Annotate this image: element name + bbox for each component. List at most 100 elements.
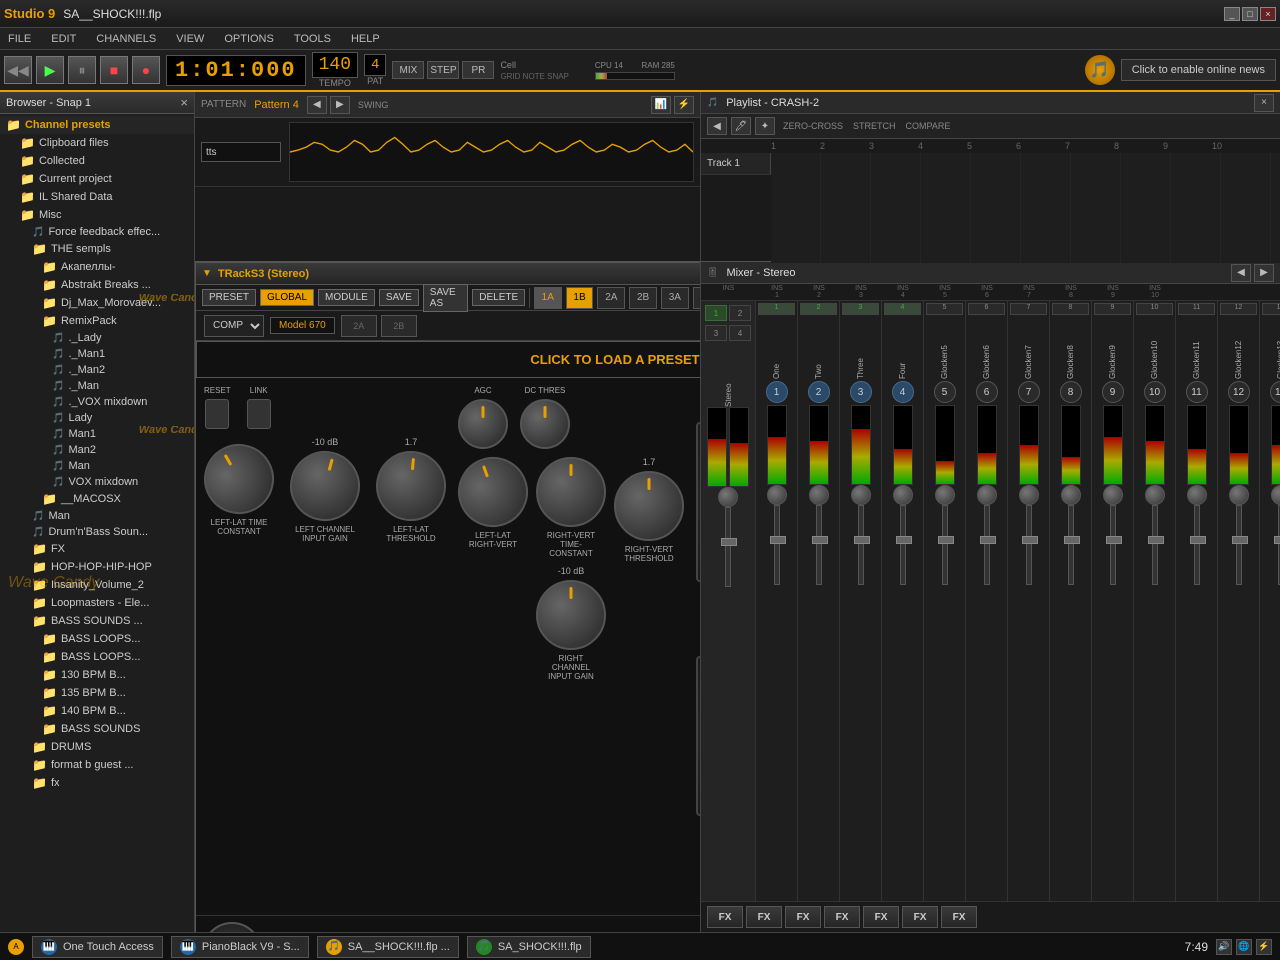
tts-input[interactable] bbox=[201, 142, 281, 162]
reset-switch[interactable] bbox=[205, 399, 229, 429]
sidebar-item-man2b[interactable]: 🎵 Man2 bbox=[0, 442, 194, 458]
sidebar-item-man[interactable]: 🎵 ._Man bbox=[0, 378, 194, 394]
channel-knob-7[interactable] bbox=[1019, 485, 1039, 505]
fader-handle-3[interactable] bbox=[854, 536, 870, 544]
sidebar-item-remixpack[interactable]: 📁 RemixPack bbox=[0, 312, 194, 330]
channel-number-12[interactable]: 12 bbox=[1228, 381, 1250, 403]
channel-fader-10[interactable] bbox=[1152, 505, 1158, 585]
channel-number-1[interactable]: 1 bbox=[766, 381, 788, 403]
sidebar-item-130bpm[interactable]: 📁 130 BPM B... bbox=[0, 666, 194, 684]
sidebar-close-button[interactable]: × bbox=[180, 95, 188, 110]
sidebar-item-channel-presets[interactable]: 📁 Channel presets bbox=[0, 116, 194, 134]
sidebar-item-clipboard[interactable]: 📁 Clipboard files bbox=[0, 134, 194, 152]
fx-btn-5[interactable]: FX bbox=[863, 906, 899, 928]
taskbar-item-sa-shock[interactable]: 🎵 SA_SHOCK!!!.flp bbox=[467, 936, 591, 958]
sidebar-item-vox2[interactable]: 🎵 VOX mixdown bbox=[0, 474, 194, 490]
preset-name-display[interactable]: CLICK TO LOAD A PRESET bbox=[196, 341, 700, 378]
sidebar-item-format-b[interactable]: 📁 format b guest ... bbox=[0, 756, 194, 774]
stereo-btn-1[interactable]: 1 bbox=[705, 305, 727, 321]
sidebar-item-vox[interactable]: 🎵 ._VOX mixdown bbox=[0, 394, 194, 410]
fader-handle-5[interactable] bbox=[938, 536, 954, 544]
ins-btn-4[interactable]: 4 bbox=[884, 303, 921, 315]
link-switch[interactable] bbox=[247, 399, 271, 429]
sidebar-item-current-project[interactable]: 📁 Current project bbox=[0, 170, 194, 188]
fader-handle-8[interactable] bbox=[1064, 536, 1080, 544]
module-tab[interactable]: MODULE bbox=[318, 289, 375, 306]
sidebar-item-man1[interactable]: 🎵 ._Man1 bbox=[0, 346, 194, 362]
right-input-gain-knob[interactable] bbox=[536, 580, 606, 650]
sidebar-item-bass-loops2[interactable]: 📁 BASS LOOPS... bbox=[0, 648, 194, 666]
pattern-name[interactable]: Pattern 4 bbox=[254, 99, 299, 111]
maximize-button[interactable]: □ bbox=[1242, 7, 1258, 21]
start-icon[interactable]: A bbox=[8, 939, 24, 955]
channel-number-9[interactable]: 9 bbox=[1102, 381, 1124, 403]
piano-roll-button[interactable]: PR bbox=[462, 61, 494, 79]
stop-button-2[interactable]: ■ bbox=[100, 56, 128, 84]
global-tab[interactable]: GLOBAL bbox=[260, 289, 314, 306]
chain-2a[interactable]: 2A bbox=[597, 287, 625, 309]
pattern-next-button[interactable]: ▶ bbox=[330, 96, 350, 114]
chain-slot-1[interactable]: 2A bbox=[341, 315, 377, 337]
playlist-toolbar-btn-1[interactable]: ◀ bbox=[707, 117, 727, 135]
stereo-fader[interactable] bbox=[725, 507, 731, 587]
menu-tools[interactable]: TOOLS bbox=[290, 31, 335, 47]
playlist-close-button[interactable]: × bbox=[1254, 94, 1274, 112]
news-button[interactable]: Click to enable online news bbox=[1121, 59, 1276, 81]
channel-number-5[interactable]: 5 bbox=[934, 381, 956, 403]
ins-btn-10[interactable]: 10 bbox=[1136, 303, 1173, 315]
chain-1b[interactable]: 1B bbox=[566, 287, 594, 309]
fx-btn-2[interactable]: FX bbox=[746, 906, 782, 928]
channel-fader-2[interactable] bbox=[816, 505, 822, 585]
agc-knob[interactable] bbox=[458, 399, 508, 449]
channel-number-6[interactable]: 6 bbox=[976, 381, 998, 403]
channel-knob-4[interactable] bbox=[893, 485, 913, 505]
channel-knob-3[interactable] bbox=[851, 485, 871, 505]
sidebar-item-misc[interactable]: 📁 Misc bbox=[0, 206, 194, 224]
channel-fader-4[interactable] bbox=[900, 505, 906, 585]
left-input-gain-knob[interactable] bbox=[282, 443, 368, 529]
preset-tab[interactable]: PRESET bbox=[202, 289, 256, 306]
channel-number-3[interactable]: 3 bbox=[850, 381, 872, 403]
chain-slot-2[interactable]: 2B bbox=[381, 315, 417, 337]
channel-knob-9[interactable] bbox=[1103, 485, 1123, 505]
fader-handle-6[interactable] bbox=[980, 536, 996, 544]
sidebar-item-bass-loops1[interactable]: 📁 BASS LOOPS... bbox=[0, 630, 194, 648]
sidebar-item-djmax[interactable]: 📁 Dj_Max_Morovaev... Wave Candy bbox=[0, 294, 194, 312]
menu-help[interactable]: HELP bbox=[347, 31, 384, 47]
channel-number-7[interactable]: 7 bbox=[1018, 381, 1040, 403]
chain-3b[interactable]: 3B bbox=[693, 287, 700, 309]
channel-number-11[interactable]: 11 bbox=[1186, 381, 1208, 403]
ins-btn-12[interactable]: 12 bbox=[1220, 303, 1257, 315]
close-button[interactable]: × bbox=[1260, 7, 1276, 21]
fader-handle-4[interactable] bbox=[896, 536, 912, 544]
channel-fader-11[interactable] bbox=[1194, 505, 1200, 585]
sidebar-item-abstrakt[interactable]: 📁 Abstrakt Breaks ... bbox=[0, 276, 194, 294]
menu-view[interactable]: VIEW bbox=[172, 31, 208, 47]
fader-handle-1[interactable] bbox=[770, 536, 786, 544]
chain-3a[interactable]: 3A bbox=[661, 287, 689, 309]
channel-number-10[interactable]: 10 bbox=[1144, 381, 1166, 403]
save-as-tab[interactable]: SAVE AS bbox=[423, 284, 468, 312]
fader-handle-9[interactable] bbox=[1106, 536, 1122, 544]
taskbar-item-one-touch[interactable]: 🎹 One Touch Access bbox=[32, 936, 163, 958]
ins-btn-3[interactable]: 3 bbox=[842, 303, 879, 315]
fx-btn-6[interactable]: FX bbox=[902, 906, 938, 928]
sidebar-item-fx2[interactable]: 📁 fx bbox=[0, 774, 194, 792]
menu-file[interactable]: FILE bbox=[4, 31, 35, 47]
mixer-scroll-left[interactable]: ◀ bbox=[1231, 264, 1251, 282]
playlist-toolbar-btn-3[interactable]: ✦ bbox=[755, 117, 775, 135]
channel-knob-1[interactable] bbox=[767, 485, 787, 505]
taskbar-item-sa-shock-2[interactable]: 🎵 SA__SHOCK!!!.flp ... bbox=[317, 936, 459, 958]
sidebar-item-man1b[interactable]: 🎵 Man1 Wave Candy bbox=[0, 426, 194, 442]
sidebar-item-fx[interactable]: 📁 FX bbox=[0, 540, 194, 558]
channel-fader-3[interactable] bbox=[858, 505, 864, 585]
ins-btn-9[interactable]: 9 bbox=[1094, 303, 1131, 315]
sidebar-item-man4[interactable]: 🎵 Man bbox=[0, 508, 194, 524]
stop-button[interactable]: ◀◀ bbox=[4, 56, 32, 84]
right-threshold-knob[interactable] bbox=[614, 471, 684, 541]
sidebar-item-insanity[interactable]: 📁 Insanity_Volume_2 bbox=[0, 576, 194, 594]
fx-btn-1[interactable]: FX bbox=[707, 906, 743, 928]
fader-handle-7[interactable] bbox=[1022, 536, 1038, 544]
step-seq-button[interactable]: STEP bbox=[427, 61, 459, 79]
sidebar-item-collected[interactable]: 📁 Collected bbox=[0, 152, 194, 170]
